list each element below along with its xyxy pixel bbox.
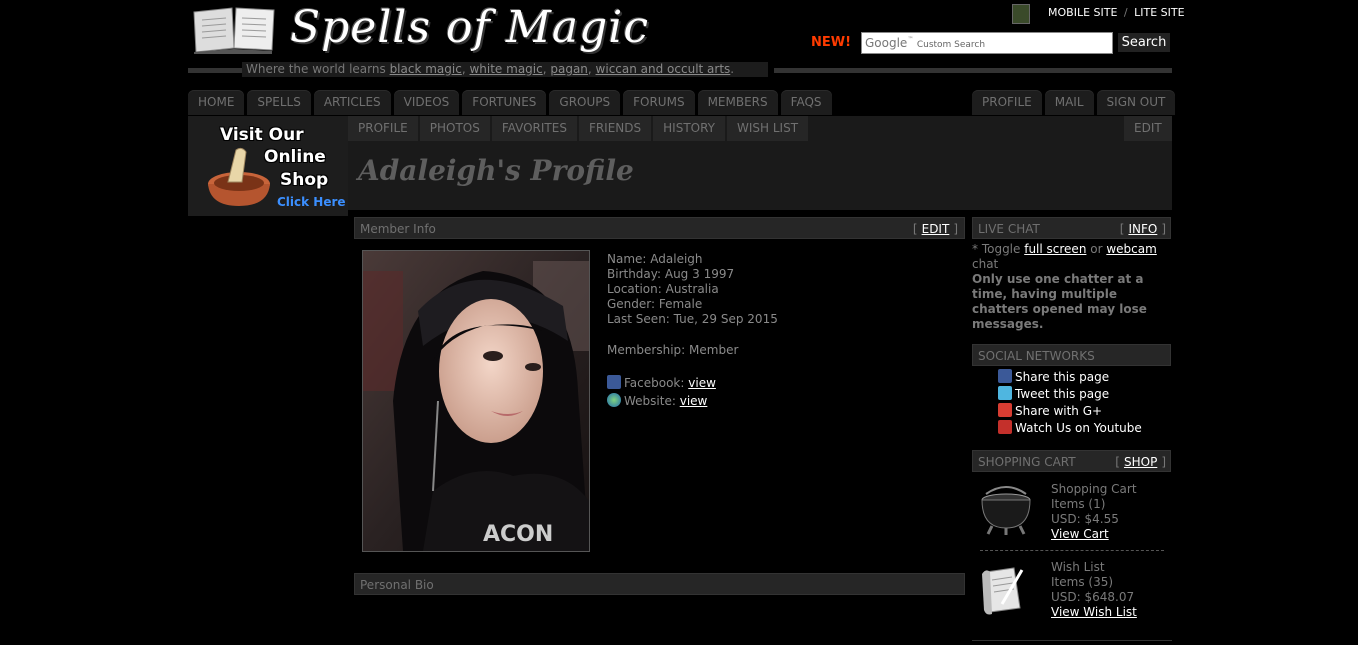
cart-usd: USD: $4.55 bbox=[1051, 512, 1119, 526]
live-chat-body: * Toggle full screen or webcam chat Only… bbox=[972, 242, 1157, 331]
chat-warning: Only use one chatter at a time, having m… bbox=[972, 272, 1147, 331]
tab-members[interactable]: MEMBERS bbox=[697, 90, 778, 115]
social-networks-header: SOCIAL NETWORKS bbox=[972, 344, 1171, 366]
member-birthday: Birthday: Aug 3 1997 bbox=[607, 267, 735, 281]
mortar-pestle-icon bbox=[208, 147, 270, 206]
subtab-edit[interactable]: EDIT bbox=[1124, 116, 1172, 141]
shop-ad-line1: Visit Our bbox=[220, 125, 304, 145]
tab-fortunes[interactable]: FORTUNES bbox=[462, 90, 547, 115]
subtab-favorites[interactable]: FAVORITES bbox=[491, 116, 577, 141]
google-brand: Google bbox=[865, 36, 908, 50]
wish-title: Wish List bbox=[1051, 560, 1105, 574]
cart-summary: Shopping Cart Items (1) USD: $4.55 View … bbox=[1051, 482, 1137, 542]
tab-videos[interactable]: VIDEOS bbox=[393, 90, 460, 115]
tab-home[interactable]: HOME bbox=[188, 90, 245, 115]
wish-items: Items (35) bbox=[1051, 575, 1114, 589]
member-last-seen: Last Seen: Tue, 29 Sep 2015 bbox=[607, 312, 778, 326]
page-title: Adaleigh's Profile bbox=[358, 154, 634, 187]
shop-ad-line3: Shop bbox=[280, 170, 329, 190]
youtube-icon bbox=[998, 420, 1012, 434]
tab-articles[interactable]: ARTICLES bbox=[313, 90, 391, 115]
click-here-link[interactable]: Click Here bbox=[277, 195, 346, 209]
site-logo[interactable]: Spells of Magic bbox=[290, 2, 649, 53]
cart-title: Shopping Cart bbox=[1051, 482, 1137, 496]
shopping-cart-header: SHOPPING CART [SHOP] bbox=[972, 450, 1171, 472]
tagline-link-pagan[interactable]: pagan bbox=[550, 62, 588, 76]
share-twitter[interactable]: Tweet this page bbox=[998, 386, 1109, 401]
tab-sign-out[interactable]: SIGN OUT bbox=[1096, 90, 1176, 115]
tagline-link-black-magic[interactable]: black magic bbox=[390, 62, 462, 76]
facebook-icon bbox=[998, 369, 1012, 383]
scroll-quill-icon bbox=[982, 567, 1024, 615]
subtab-friends[interactable]: FRIENDS bbox=[578, 116, 652, 141]
member-info-edit-link[interactable]: EDIT bbox=[922, 222, 950, 236]
search-input[interactable]: Google™ Custom Search bbox=[861, 32, 1113, 54]
member-location: Location: Australia bbox=[607, 282, 719, 296]
subtab-history[interactable]: HISTORY bbox=[653, 116, 725, 141]
twitter-icon bbox=[998, 386, 1012, 400]
profile-photo[interactable]: ACON bbox=[362, 250, 590, 552]
separator: / bbox=[1123, 6, 1128, 19]
wish-usd: USD: $648.07 bbox=[1051, 590, 1135, 604]
svg-text:ACON: ACON bbox=[483, 522, 553, 547]
cart-items: Items (1) bbox=[1051, 497, 1106, 511]
view-cart-link[interactable]: View Cart bbox=[1051, 527, 1137, 542]
subtab-wish-list[interactable]: WISH LIST bbox=[727, 116, 809, 141]
lite-site-link[interactable]: LITE SITE bbox=[1134, 6, 1184, 19]
right-column-divider bbox=[972, 640, 1172, 641]
share-facebook[interactable]: Share this page bbox=[998, 369, 1109, 384]
facebook-icon bbox=[607, 375, 621, 389]
subtab-profile[interactable]: PROFILE bbox=[348, 116, 418, 141]
cauldron-icon bbox=[981, 486, 1031, 535]
search-placeholder: Google™ Custom Search bbox=[865, 36, 986, 50]
share-google-plus[interactable]: Share with G+ bbox=[998, 403, 1102, 418]
cart-divider bbox=[980, 550, 1164, 551]
member-info-header: Member Info [EDIT] bbox=[354, 217, 965, 239]
member-gender: Gender: Female bbox=[607, 297, 703, 311]
facebook-view-link[interactable]: view bbox=[688, 376, 716, 390]
tab-groups[interactable]: GROUPS bbox=[549, 90, 621, 115]
watch-youtube[interactable]: Watch Us on Youtube bbox=[998, 420, 1142, 435]
new-badge: NEW! bbox=[811, 35, 852, 50]
member-membership: Membership: Member bbox=[607, 343, 739, 357]
subtab-photos[interactable]: PHOTOS bbox=[419, 116, 490, 141]
member-name: Name: Adaleigh bbox=[607, 252, 703, 266]
chat-webcam-link[interactable]: webcam bbox=[1106, 242, 1156, 256]
tagline-link-occult[interactable]: wiccan and occult arts bbox=[596, 62, 731, 76]
live-chat-info-link[interactable]: INFO bbox=[1128, 222, 1157, 236]
personal-bio-header: Personal Bio bbox=[354, 573, 965, 595]
google-plus-icon bbox=[998, 403, 1012, 417]
chat-full-screen-link[interactable]: full screen bbox=[1024, 242, 1086, 256]
logo-book-icon[interactable] bbox=[190, 2, 278, 54]
profile-subnav: PROFILE PHOTOS FAVORITES FRIENDS HISTORY… bbox=[348, 116, 810, 141]
mobile-site-link[interactable]: MOBILE SITE bbox=[1048, 6, 1117, 19]
shop-ad-line2: Online bbox=[264, 147, 326, 167]
tagline-link-white-magic[interactable]: white magic bbox=[469, 62, 542, 76]
tab-faqs[interactable]: FAQS bbox=[780, 90, 832, 115]
member-details: Name: Adaleigh Birthday: Aug 3 1997 Loca… bbox=[607, 252, 778, 410]
wish-list-summary: Wish List Items (35) USD: $648.07 View W… bbox=[1051, 560, 1137, 620]
mobile-icon[interactable] bbox=[1012, 4, 1030, 24]
tagline: Where the world learns black magic, whit… bbox=[242, 62, 768, 77]
globe-icon bbox=[607, 393, 621, 407]
facebook-row: Facebook: view bbox=[607, 374, 778, 392]
tab-forums[interactable]: FORUMS bbox=[623, 90, 695, 115]
main-nav: HOME SPELLS ARTICLES VIDEOS FORTUNES GRO… bbox=[188, 90, 835, 115]
website-row: Website: view bbox=[607, 392, 778, 410]
shop-ad-banner[interactable]: Visit Our Online Shop Click Here bbox=[188, 116, 348, 216]
profile-edit-tab-wrap: EDIT bbox=[1124, 116, 1172, 141]
website-view-link[interactable]: view bbox=[680, 394, 708, 408]
tab-profile[interactable]: PROFILE bbox=[972, 90, 1042, 115]
tab-spells[interactable]: SPELLS bbox=[247, 90, 311, 115]
live-chat-header: LIVE CHAT [INFO] bbox=[972, 217, 1171, 239]
account-nav: PROFILE MAIL SIGN OUT bbox=[972, 90, 1176, 115]
view-wish-list-link[interactable]: View Wish List bbox=[1051, 605, 1137, 620]
search-button[interactable]: Search bbox=[1118, 33, 1170, 52]
tab-mail[interactable]: MAIL bbox=[1044, 90, 1094, 115]
shop-link[interactable]: SHOP bbox=[1124, 455, 1157, 469]
